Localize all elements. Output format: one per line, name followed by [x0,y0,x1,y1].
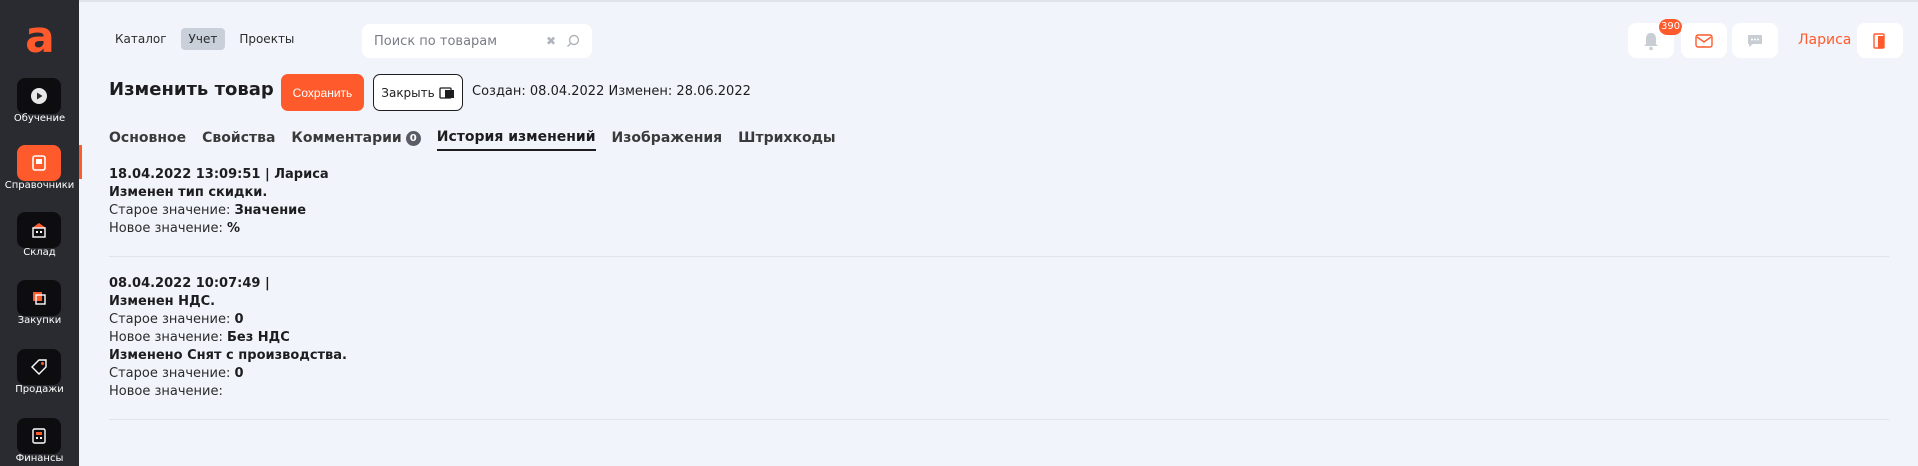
warehouse-icon [32,223,46,238]
sidebar-item-learning[interactable]: Обучение [0,78,79,138]
top-nav: Каталог Учет Проекты [107,28,302,50]
search-input[interactable]: Поиск по товарам [374,34,546,49]
new-value-label: Новое значение: [109,330,227,345]
new-value: % [227,221,241,236]
mail-button[interactable] [1681,23,1727,58]
sidebar-item-references[interactable]: Справочники [0,145,79,205]
close-doc-icon [439,86,454,99]
old-value: 0 [234,312,244,327]
sidebar-item-sales[interactable]: Продажи [0,349,79,409]
history-entry-header: 08.04.2022 10:07:49 | [109,276,270,291]
sidebar-item-purchases[interactable]: Закупки [0,280,79,340]
history-entry-header: 18.04.2022 13:09:51 | Лариса [109,167,329,182]
tab-images[interactable]: Изображения [612,129,723,151]
new-value: Без НДС [227,330,290,345]
search-icon[interactable] [566,34,580,48]
purchases-icon [33,292,46,305]
tab-barcodes[interactable]: Штрихкоды [738,129,835,151]
tab-properties[interactable]: Свойства [202,129,275,151]
page-title: Изменить товар [109,79,274,100]
clear-icon[interactable]: ✖ [546,34,556,48]
nav-accounting[interactable]: Учет [180,28,226,50]
chat-icon [1748,34,1762,47]
finance-icon [32,428,46,444]
sidebar-item-label: Финансы [15,453,64,464]
notifications-badge: 390 [1659,19,1683,35]
user-name[interactable]: Лариса [1798,32,1851,48]
tab-history[interactable]: История изменений [436,129,596,151]
tab-comments[interactable]: Комментарии 0 [291,129,421,151]
sidebar-item-label: Обучение [13,113,66,124]
close-button[interactable]: Закрыть [373,74,463,111]
bell-icon [1644,32,1658,50]
new-value-label: Новое значение: [109,221,227,236]
nav-catalog[interactable]: Каталог [107,28,175,50]
old-value-label: Старое значение: [109,203,235,218]
search-box[interactable]: Поиск по товарам ✖ [362,24,592,58]
dates-info: Создан: 08.04.2022 Изменен: 28.06.2022 [472,84,751,99]
sidebar-item-label: Закупки [17,315,62,326]
old-value: 0 [234,366,244,381]
sidebar-active-indicator [79,145,82,179]
old-value-label: Старое значение: [109,366,235,381]
history-old-value-line: Старое значение: Значение [109,202,1889,220]
logout-button[interactable] [1857,23,1903,58]
history-old-value-line: Старое значение: 0 [109,311,1889,329]
sidebar-item-warehouse[interactable]: Склад [0,212,79,272]
history-old-value-line: Старое значение: 0 [109,365,1889,383]
tab-main[interactable]: Основное [109,129,186,151]
logo[interactable]: a [20,16,60,60]
tabs: Основное Свойства Комментарии 0 История … [109,129,836,151]
top-border [0,0,1918,2]
history-change: Изменен НДС. [109,294,216,309]
mail-icon [1695,33,1713,48]
play-icon [31,88,47,104]
history-entry: 18.04.2022 13:09:51 | Лариса Изменен тип… [109,166,1889,238]
new-value-label: Новое значение: [109,384,223,399]
comments-count-badge: 0 [405,130,421,146]
old-value-label: Старое значение: [109,312,235,327]
sidebar-item-label: Склад [23,247,56,258]
divider [109,419,1889,420]
tab-comments-label: Комментарии [291,130,402,146]
chat-button[interactable] [1732,23,1778,58]
history-new-value-line: Новое значение: % [109,220,1889,238]
book-icon [32,155,46,171]
sidebar-item-finance[interactable]: Финансы [0,418,79,466]
history-entry: 08.04.2022 10:07:49 | Изменен НДС. Старо… [109,275,1889,401]
history-new-value-line: Новое значение: Без НДС [109,329,1889,347]
nav-projects[interactable]: Проекты [231,28,302,50]
tag-icon [31,359,47,375]
sidebar-item-label: Справочники [4,180,75,191]
exit-icon [1873,32,1885,49]
history-change: Изменен тип скидки. [109,185,268,200]
history-change: Изменено Снят с производства. [109,348,347,363]
sidebar: a Обучение Справочники Склад Закупки Про… [0,0,82,466]
save-button[interactable]: Сохранить [281,74,364,111]
close-button-label: Закрыть [381,85,435,100]
sidebar-item-label: Продажи [15,384,64,395]
divider [109,256,1889,257]
old-value: Значение [234,203,307,218]
history-new-value-line: Новое значение: [109,383,1889,401]
